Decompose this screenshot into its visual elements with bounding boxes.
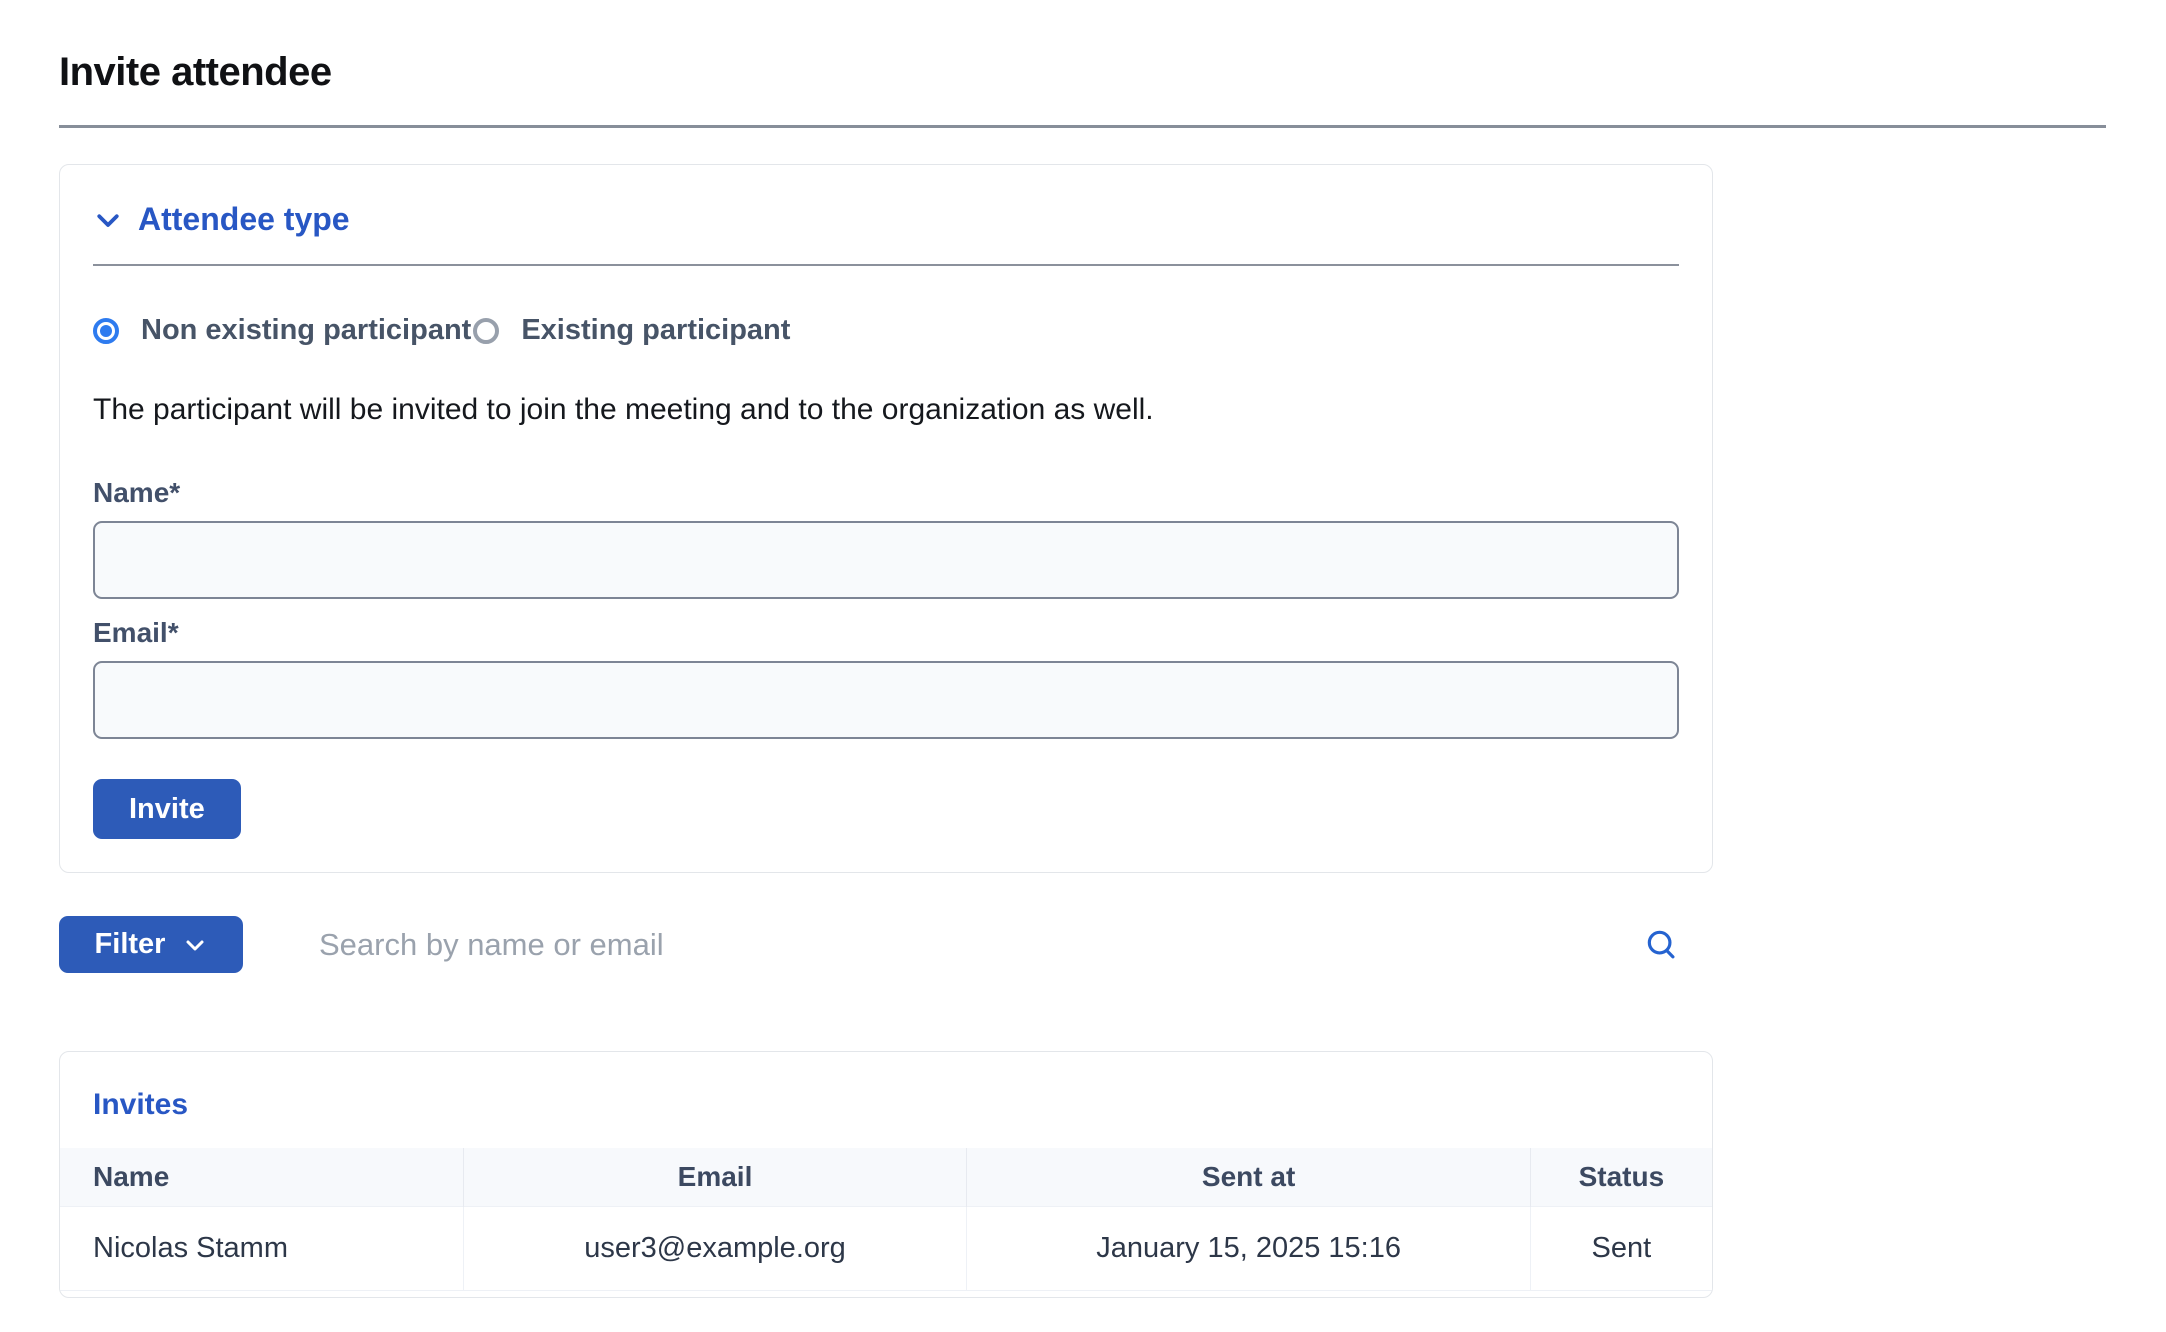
column-header-email: Email bbox=[463, 1148, 967, 1206]
name-field-label: Name* bbox=[93, 477, 1679, 509]
cell-status: Sent bbox=[1530, 1206, 1712, 1290]
page-title: Invite attendee bbox=[59, 50, 2106, 95]
invite-description: The participant will be invited to join … bbox=[93, 393, 1679, 427]
radio-label[interactable]: Non existing participant bbox=[141, 314, 471, 347]
table-header-row: Name Email Sent at Status bbox=[60, 1148, 1712, 1206]
invites-card: Invites Name Email Sent at Status Nicola… bbox=[59, 1051, 1713, 1298]
filter-button-label: Filter bbox=[95, 928, 166, 961]
search-input[interactable] bbox=[319, 927, 1643, 963]
search-icon bbox=[1643, 926, 1681, 964]
email-field[interactable] bbox=[93, 661, 1679, 739]
column-header-name: Name bbox=[60, 1148, 463, 1206]
invite-button[interactable]: Invite bbox=[93, 779, 241, 839]
email-field-label: Email* bbox=[93, 617, 1679, 649]
attendee-type-section-toggle[interactable]: Attendee type bbox=[93, 201, 1679, 238]
cell-sent-at: January 15, 2025 15:16 bbox=[967, 1206, 1530, 1290]
search-button[interactable] bbox=[1643, 926, 1681, 964]
name-field[interactable] bbox=[93, 521, 1679, 599]
section-title: Attendee type bbox=[138, 201, 350, 238]
title-divider bbox=[59, 125, 2106, 128]
invites-title: Invites bbox=[60, 1052, 1712, 1148]
section-divider bbox=[93, 264, 1679, 266]
column-header-sent-at: Sent at bbox=[967, 1148, 1530, 1206]
radio-existing-participant[interactable] bbox=[473, 318, 499, 344]
invite-attendee-page: Invite attendee Attendee type Non existi… bbox=[0, 0, 2166, 1298]
table-row[interactable]: Nicolas Stamm user3@example.org January … bbox=[60, 1206, 1712, 1290]
radio-non-existing-participant[interactable] bbox=[93, 318, 119, 344]
chevron-down-icon bbox=[93, 205, 123, 235]
column-header-status: Status bbox=[1530, 1148, 1712, 1206]
cell-name: Nicolas Stamm bbox=[60, 1206, 463, 1290]
attendee-type-radio-group: Non existing participant Existing partic… bbox=[93, 314, 1679, 347]
invites-table: Name Email Sent at Status Nicolas Stamm … bbox=[60, 1148, 1712, 1291]
chevron-down-icon bbox=[183, 933, 207, 957]
filter-search-bar: Filter bbox=[59, 916, 1713, 973]
filter-button[interactable]: Filter bbox=[59, 916, 243, 973]
attendee-type-card: Attendee type Non existing participant E… bbox=[59, 164, 1713, 873]
cell-email: user3@example.org bbox=[463, 1206, 967, 1290]
radio-label[interactable]: Existing participant bbox=[521, 314, 790, 347]
